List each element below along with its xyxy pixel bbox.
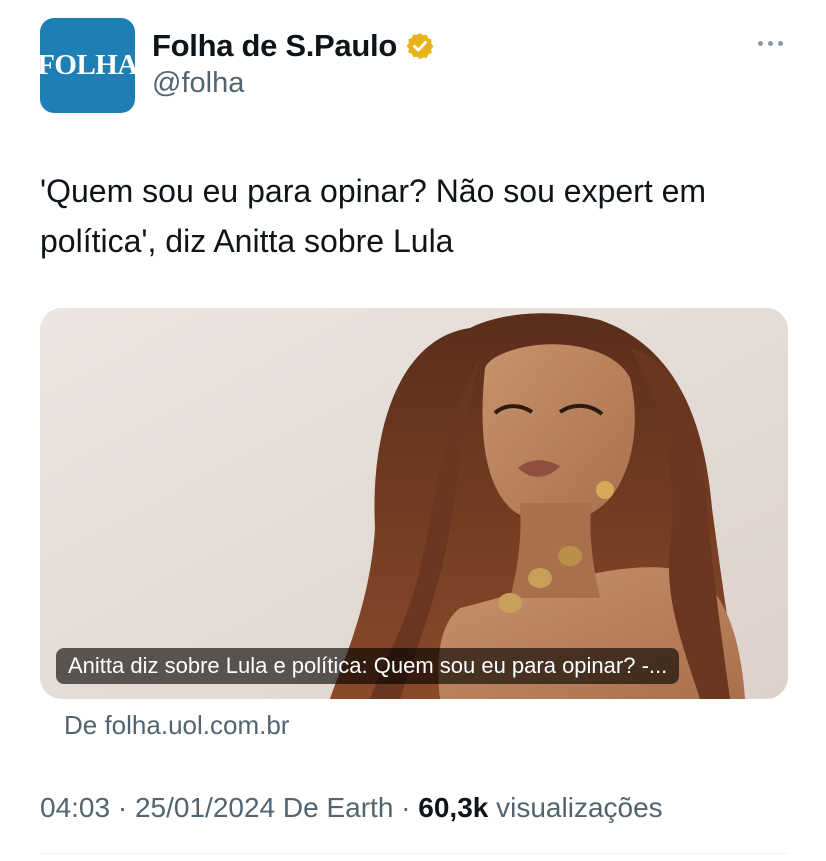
tweet-time[interactable]: 04:03 [40, 792, 110, 823]
meta-separator: · [393, 792, 419, 823]
tweet-date[interactable]: 25/01/2024 [135, 792, 275, 823]
user-handle[interactable]: @folha [152, 67, 244, 100]
divider [40, 853, 788, 854]
card-title[interactable]: Anitta diz sobre Lula e política: Quem s… [56, 648, 680, 684]
avatar-logo-text: FOLHA [37, 49, 138, 81]
tweet-client: De Earth [275, 792, 394, 823]
views-count[interactable]: 60,3k [418, 792, 488, 823]
card-photo [40, 308, 788, 699]
more-options-icon[interactable] [750, 28, 790, 58]
tweet-text: 'Quem sou eu para opinar? Não sou expert… [40, 173, 707, 259]
verified-badge-icon[interactable] [405, 31, 435, 61]
avatar[interactable]: FOLHA [37, 18, 138, 113]
link-card[interactable]: Anitta diz sobre Lula e política: Quem s… [40, 308, 788, 699]
author-name-row: Folha de S.Paulo [152, 26, 435, 66]
tweet-meta: 04:03 · 25/01/2024 De Earth · 60,3k visu… [40, 788, 663, 828]
meta-separator: · [110, 792, 135, 823]
card-source-domain[interactable]: De folha.uol.com.br [64, 707, 289, 743]
views-label: visualizações [488, 792, 663, 823]
display-name[interactable]: Folha de S.Paulo [152, 28, 397, 64]
